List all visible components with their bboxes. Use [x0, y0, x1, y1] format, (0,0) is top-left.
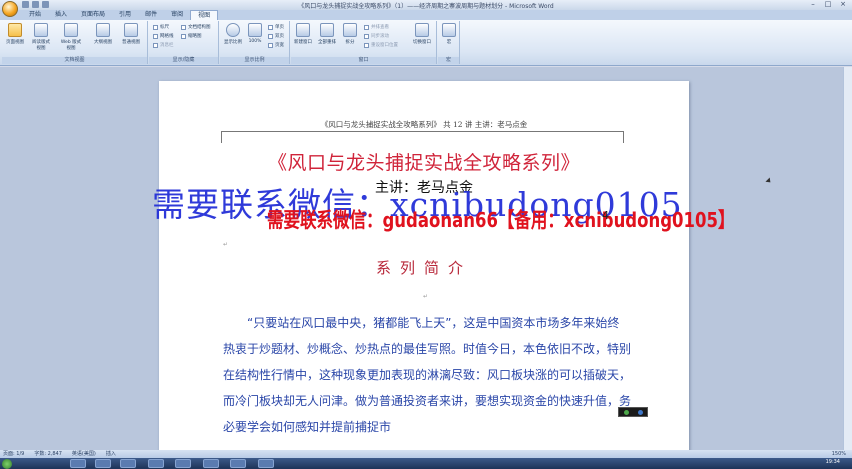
taskbar-app-icon[interactable] — [203, 459, 219, 468]
page-width-button[interactable]: 页宽 — [268, 42, 284, 48]
magnifier-icon — [226, 23, 240, 37]
paragraph-mark: ↵ — [223, 241, 229, 248]
tab-view[interactable]: 视图 — [190, 10, 219, 20]
macros-button[interactable]: 宏 — [438, 23, 460, 45]
taskbar-app-icon[interactable] — [120, 459, 136, 468]
zoom-100-button[interactable]: 100% — [244, 23, 266, 44]
floating-mini-toolbar[interactable] — [618, 407, 648, 417]
vertical-scrollbar[interactable] — [843, 67, 852, 456]
tab-page-layout[interactable]: 页面布局 — [74, 10, 112, 20]
tab-insert[interactable]: 插入 — [48, 10, 74, 20]
switch-windows-icon — [415, 23, 429, 37]
close-button[interactable]: × — [836, 0, 850, 9]
header-corner-right — [623, 131, 624, 143]
gridlines-checkbox[interactable]: 网格线 — [153, 33, 174, 39]
window-controls: – □ × — [806, 0, 850, 9]
group-document-views: 页面视图 阅读版式视图 Web 版式视图 大纲视图 普通视图 文档视图 — [2, 21, 148, 64]
running-header: 《风口与龙头捕捉实战全攻略系列》 共 12 讲 主讲：老马点金 — [320, 120, 528, 129]
new-window-icon — [296, 23, 310, 37]
help-icon[interactable] — [637, 409, 643, 415]
split-button[interactable]: 拆分 — [339, 23, 361, 45]
ruler-checkbox[interactable]: 标尺 — [153, 24, 169, 30]
taskbar-app-icon[interactable] — [95, 459, 111, 468]
group-label-macros: 宏 — [438, 57, 459, 64]
draft-button[interactable]: 普通视图 — [120, 23, 142, 45]
page-count[interactable]: 页面: 1/9 — [3, 450, 24, 458]
taskbar-app-icon[interactable] — [258, 459, 274, 468]
web-view-icon — [64, 23, 78, 37]
window-title: 《风口与龙头捕捉实战全攻略系列》（1）——经济周期之寨波周期与题材划分 - Mi… — [298, 3, 554, 10]
new-window-button[interactable]: 新建窗口 — [292, 23, 314, 45]
chat-icon[interactable] — [623, 409, 629, 415]
watermark-red: 需要联系微信：gudaonan66【备用：xcnibudong0105】 — [267, 208, 735, 232]
message-bar-checkbox[interactable]: 消息栏 — [153, 42, 174, 48]
word-count[interactable]: 字数: 2,847 — [34, 450, 62, 458]
title-bar: 《风口与龙头捕捉实战全攻略系列》（1）——经济周期之寨波周期与题材划分 - Mi… — [0, 0, 852, 10]
watermark-tail: 4 — [602, 209, 609, 222]
one-page-button[interactable]: 单页 — [268, 24, 284, 30]
system-clock: 19:34 — [825, 459, 840, 465]
section-title: 系列简介 — [375, 259, 472, 277]
start-button[interactable] — [2, 459, 12, 469]
document-title: 《风口与龙头捕捉实战全攻略系列》 — [267, 152, 580, 174]
reading-layout-button[interactable]: 阅读版式视图 — [30, 23, 52, 51]
tab-home[interactable]: 开始 — [22, 10, 48, 20]
group-label-zoom: 显示比例 — [220, 57, 289, 64]
group-show-hide: 标尺 网格线 消息栏 文档结构图 缩略图 显示/隐藏 — [149, 21, 219, 64]
header-corner-left — [221, 131, 222, 143]
taskbar-app-icon[interactable] — [175, 459, 191, 468]
outline-icon — [96, 23, 110, 37]
paragraph-mark: ↵ — [423, 293, 429, 300]
taskbar-app-icon[interactable] — [230, 459, 246, 468]
tab-review[interactable]: 审阅 — [164, 10, 190, 20]
reading-view-icon — [34, 23, 48, 37]
minimize-button[interactable]: – — [806, 0, 820, 9]
thumbnails-checkbox[interactable]: 缩略图 — [181, 33, 202, 39]
group-window: 新建窗口 全部重排 拆分 并排查看 同步滚动 重设窗口位置 切换窗口 窗口 — [291, 21, 437, 64]
status-bar: 页面: 1/9 字数: 2,847 英语(美国) 插入 150% — [0, 450, 852, 458]
group-label-document-views: 文档视图 — [2, 57, 147, 64]
outline-button[interactable]: 大纲视图 — [92, 23, 114, 45]
tab-references[interactable]: 引用 — [112, 10, 138, 20]
group-label-window: 窗口 — [291, 57, 436, 64]
arrange-all-button[interactable]: 全部重排 — [316, 23, 338, 45]
taskbar-app-icon[interactable] — [70, 459, 86, 468]
taskbar-app-icon[interactable] — [148, 459, 164, 468]
switch-windows-button[interactable]: 切换窗口 — [411, 23, 433, 45]
maximize-button[interactable]: □ — [821, 0, 835, 9]
arrange-icon — [320, 23, 334, 37]
language-indicator[interactable]: 英语(美国) — [72, 450, 96, 458]
hundred-percent-icon — [248, 23, 262, 37]
document-map-checkbox[interactable]: 文档结构图 — [181, 24, 211, 30]
ribbon: 页面视图 阅读版式视图 Web 版式视图 大纲视图 普通视图 文档视图 标尺 网… — [0, 20, 852, 66]
sync-scroll-button[interactable]: 同步滚动 — [364, 33, 389, 39]
zoom-level[interactable]: 150% — [832, 450, 846, 458]
split-icon — [343, 23, 357, 37]
insert-mode[interactable]: 插入 — [106, 450, 116, 458]
side-by-side-button[interactable]: 并排查看 — [364, 24, 389, 30]
document-page[interactable]: 《风口与龙头捕捉实战全攻略系列》 共 12 讲 主讲：老马点金 《风口与龙头捕捉… — [159, 81, 689, 456]
status-right: 150% — [832, 450, 852, 458]
paragraph-text: “只要站在风口最中央，猪都能飞上天”，这是中国资本市场多年来始终热衷于炒题材、炒… — [223, 316, 632, 434]
tab-mailings[interactable]: 邮件 — [138, 10, 164, 20]
web-layout-button[interactable]: Web 版式视图 — [60, 23, 82, 51]
ribbon-tabs: 开始 插入 页面布局 引用 邮件 审阅 视图 — [0, 10, 852, 20]
office-button[interactable] — [2, 1, 18, 17]
taskbar: 19:34 — [0, 458, 852, 469]
header-rule — [221, 131, 624, 132]
two-pages-button[interactable]: 双页 — [268, 33, 284, 39]
reset-window-button[interactable]: 重设窗口位置 — [364, 42, 398, 48]
page-view-icon — [8, 23, 22, 37]
macro-icon — [442, 23, 456, 37]
group-label-show-hide: 显示/隐藏 — [149, 57, 218, 64]
zoom-button[interactable]: 显示比例 — [222, 23, 244, 45]
group-zoom: 显示比例 100% 单页 双页 页宽 显示比例 — [220, 21, 290, 64]
group-macros: 宏 宏 — [438, 21, 460, 64]
print-layout-button[interactable]: 页面视图 — [4, 23, 26, 45]
draft-icon — [124, 23, 138, 37]
intro-paragraph: “只要站在风口最中央，猪都能飞上天”，这是中国资本市场多年来始终热衷于炒题材、炒… — [223, 310, 631, 440]
